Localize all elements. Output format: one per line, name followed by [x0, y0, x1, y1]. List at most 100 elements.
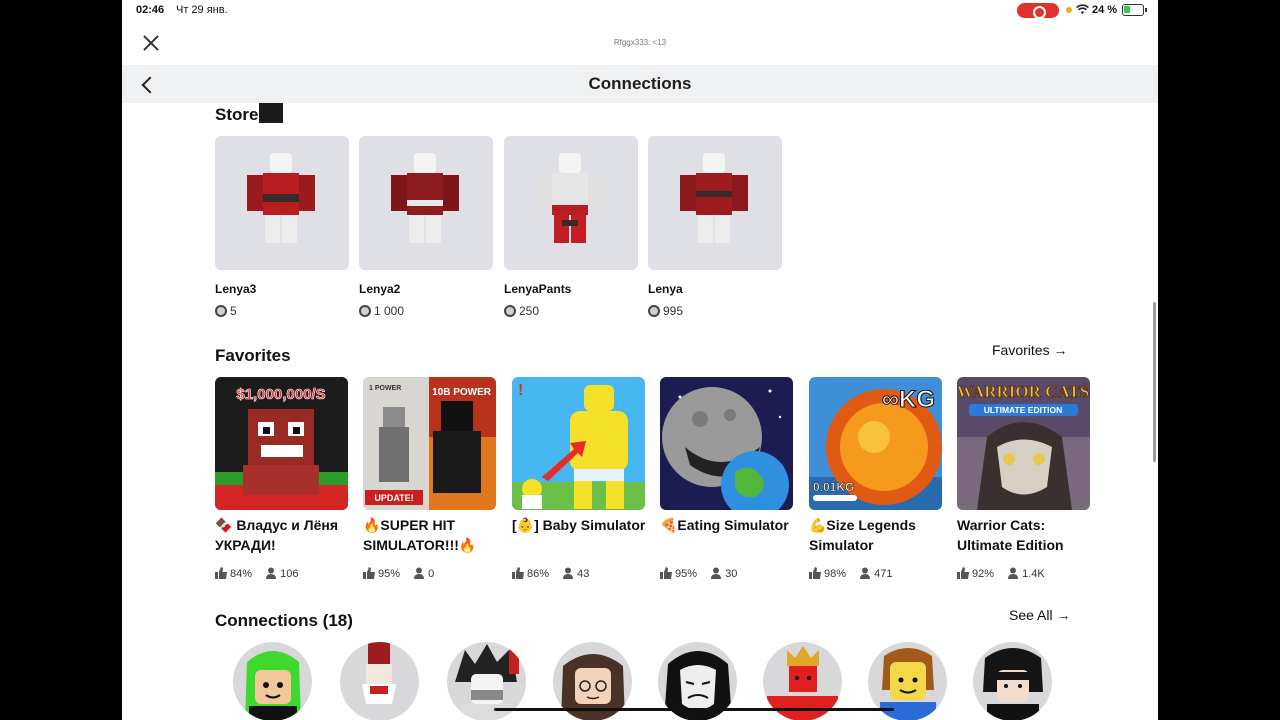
favorites-link[interactable]: Favorites → — [992, 342, 1067, 358]
game-banner-text: $1,000,000/S — [236, 386, 325, 403]
game-banner-text: ! — [518, 382, 523, 399]
thumbs-up-icon — [660, 567, 672, 579]
game-stats: 84% 106 — [215, 567, 298, 580]
game-stats: 98% 471 — [809, 567, 892, 580]
store-price-value: 1 000 — [374, 304, 405, 318]
battery-percent: 24 % — [1092, 4, 1118, 16]
game-art-image: 1 POWER 10B POWER UPDATE! — [363, 377, 496, 510]
store-item-thumbnail — [215, 136, 349, 270]
game-banner-text: 10B POWER — [432, 387, 492, 398]
thumbs-up-icon — [512, 567, 524, 579]
friend-avatar-red-bow[interactable] — [340, 642, 419, 720]
scrollbar[interactable] — [1153, 302, 1156, 462]
game-card[interactable]: ! [👶] Baby Simulator 86% 43 — [512, 377, 645, 587]
store-title-text: Store — [215, 105, 259, 124]
game-rating: 95% — [378, 568, 401, 580]
game-title: Warrior Cats: Ultimate Edition — [957, 517, 1064, 553]
game-card[interactable]: 1 POWER 10B POWER UPDATE! 🔥SUPER HIT SIM… — [363, 377, 496, 587]
game-rating: 95% — [675, 568, 698, 580]
game-players: 106 — [280, 568, 299, 580]
game-thumbnail: $1,000,000/S — [215, 377, 348, 510]
game-rating: 86% — [527, 568, 550, 580]
game-players: 0 — [428, 568, 435, 580]
mic-indicator-icon — [1066, 7, 1072, 13]
shirt-avatar-icon — [247, 153, 315, 243]
friend-avatar-black-hair[interactable] — [973, 642, 1052, 720]
game-small-text: 0.01KG — [813, 480, 854, 494]
game-title: 🍕Eating Simulator — [660, 517, 789, 533]
status-time: 02:46 — [136, 4, 165, 16]
avatar-image — [245, 651, 301, 720]
store-item[interactable]: Lenya 995 — [648, 136, 782, 326]
store-item[interactable]: LenyaPants 250 — [504, 136, 638, 326]
store-item[interactable]: Lenya2 1 000 — [359, 136, 493, 326]
game-rating: 92% — [972, 568, 995, 580]
wifi-icon — [1076, 4, 1089, 18]
status-bar: 02:46 Чт 29 янв. 24 % — [122, 0, 1158, 22]
game-thumbnail — [660, 377, 793, 510]
thumbs-up-icon — [809, 567, 821, 579]
status-date: Чт 29 янв. — [176, 4, 228, 16]
game-title: 🍫 Владус и Лёня УКРАДИ! — [215, 517, 339, 553]
game-art-image: ∞KG 0.01KG — [809, 377, 942, 510]
game-players: 30 — [725, 568, 738, 580]
store-item-name: Lenya3 — [215, 282, 257, 296]
players-icon — [1008, 567, 1019, 579]
game-banner-text: ∞KG — [882, 386, 935, 413]
game-thumbnail: ∞KG 0.01KG — [809, 377, 942, 510]
home-indicator — [494, 708, 894, 711]
pants-avatar-icon — [536, 153, 604, 243]
game-thumbnail: 1 POWER 10B POWER UPDATE! — [363, 377, 496, 510]
store-item[interactable]: Lenya3 5 — [215, 136, 349, 326]
store-item-name: Lenya2 — [359, 282, 401, 296]
favorites-section-title: Favorites — [215, 346, 291, 365]
store-item-price: 995 — [648, 304, 683, 318]
robux-icon — [215, 305, 227, 317]
friend-avatar-green-hood[interactable] — [233, 642, 312, 720]
game-players: 43 — [577, 568, 590, 580]
url-label: Rfggx333: <13 — [613, 38, 667, 47]
thumbs-up-icon — [363, 567, 375, 579]
robux-icon — [648, 305, 660, 317]
thumbs-up-icon — [957, 567, 969, 579]
thumbs-up-icon — [215, 567, 227, 579]
shirt-avatar-icon — [391, 153, 459, 243]
connections-section-title: Connections (18) — [215, 611, 353, 630]
game-players: 1.4K — [1022, 568, 1045, 580]
game-title: [👶] Baby Simulator — [512, 517, 646, 533]
store-price-value: 995 — [663, 304, 684, 318]
game-stats: 95% 0 — [363, 567, 434, 580]
store-item-price: 1 000 — [359, 304, 404, 318]
game-banner-text: WARRIOR CATS — [957, 382, 1089, 401]
game-stats: 95% 30 — [660, 567, 737, 580]
screen-record-icon[interactable] — [1017, 3, 1059, 19]
store-item-name: Lenya — [648, 282, 683, 296]
game-stats: 86% 43 — [512, 567, 589, 580]
game-card[interactable]: $1,000,000/S 🍫 Владус и Лёня УКРАДИ! 84%… — [215, 377, 348, 587]
header-bar: Connections — [122, 65, 1158, 103]
game-rating: 98% — [824, 568, 847, 580]
game-thumbnail: WARRIOR CATS ULTIMATE EDITION — [957, 377, 1090, 510]
game-art-image: WARRIOR CATS ULTIMATE EDITION — [957, 377, 1090, 510]
store-item-price: 5 — [215, 304, 237, 318]
store-price-value: 250 — [519, 304, 540, 318]
page-title: Connections — [588, 74, 692, 93]
store-item-price: 250 — [504, 304, 539, 318]
avatar-image — [983, 648, 1043, 720]
avatar-image — [362, 642, 396, 704]
game-card[interactable]: WARRIOR CATS ULTIMATE EDITION Warrior Ca… — [957, 377, 1090, 587]
game-small-text: 1 POWER — [369, 385, 401, 392]
game-stats: 92% 1.4K — [957, 567, 1045, 580]
store-section-title: Store — [215, 103, 284, 125]
game-card[interactable]: ∞KG 0.01KG 💪Size Legends Simulator 98% 4… — [809, 377, 942, 587]
see-all-link[interactable]: See All → — [1009, 607, 1070, 623]
players-icon — [414, 567, 425, 579]
store-price-value: 5 — [230, 304, 237, 318]
game-card[interactable]: 🍕Eating Simulator 95% 30 — [660, 377, 793, 587]
game-rating: 84% — [230, 568, 253, 580]
game-art-image: ! — [512, 377, 645, 510]
players-icon — [860, 567, 871, 579]
game-art-image — [660, 377, 793, 510]
players-icon — [711, 567, 722, 579]
robux-icon — [359, 305, 371, 317]
